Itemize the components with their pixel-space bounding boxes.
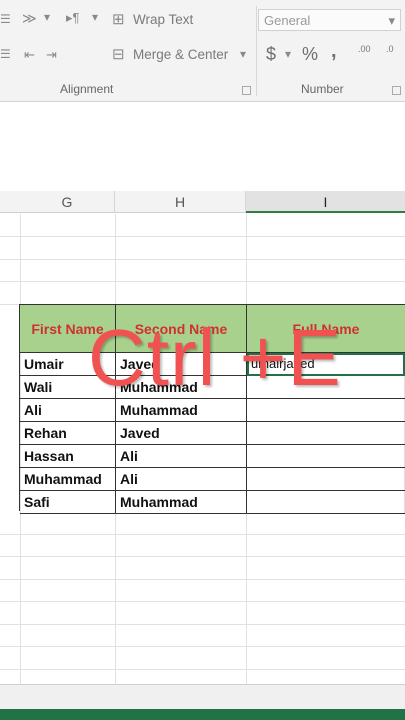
second-name-cell[interactable]: Javed (116, 422, 247, 445)
gridline (0, 556, 405, 557)
wrap-text-button[interactable]: Wrap Text (133, 12, 193, 27)
gridline (0, 646, 405, 647)
full-name-cell[interactable] (247, 399, 405, 422)
currency-button[interactable]: $ (266, 44, 276, 65)
group-divider (256, 6, 257, 96)
comma-style-button[interactable]: , (331, 40, 337, 63)
row-header-corner[interactable] (0, 191, 20, 213)
text-direction-icon[interactable]: ▸¶ (66, 10, 80, 26)
decrease-indent-icon[interactable]: ⇤ (24, 47, 35, 63)
dialog-launcher-icon[interactable] (392, 86, 401, 95)
full-name-cell[interactable] (247, 445, 405, 468)
increase-indent-icon[interactable]: ⇥ (46, 47, 57, 63)
decrease-decimal-button[interactable]: .0 (386, 44, 394, 54)
gridline (0, 534, 405, 535)
chevron-down-icon[interactable]: ▾ (44, 10, 50, 24)
gridline (0, 236, 405, 237)
gridline (0, 601, 405, 602)
align-right-icon[interactable]: ☰ (0, 47, 11, 61)
formula-area-blank (0, 102, 405, 188)
merge-center-button[interactable]: Merge & Center (133, 47, 228, 62)
gridline (0, 281, 405, 282)
gridline (0, 624, 405, 625)
full-name-cell[interactable] (247, 468, 405, 491)
number-format-value: General (264, 13, 311, 28)
number-group-label: Number (301, 82, 344, 96)
column-header-g[interactable]: G (20, 191, 115, 213)
second-name-cell[interactable]: Muhammad (116, 399, 247, 422)
gridline (0, 259, 405, 260)
sheet-tab-bar (0, 684, 405, 710)
column-header-h[interactable]: H (115, 191, 246, 213)
wrap-text-icon[interactable]: ⊞ (112, 10, 125, 28)
first-name-cell[interactable]: Ali (20, 399, 116, 422)
number-format-select[interactable]: General ▾ (258, 9, 401, 31)
table-border (20, 513, 405, 514)
orientation-icon[interactable]: ≫ (22, 10, 37, 27)
full-name-cell[interactable] (247, 491, 405, 514)
chevron-down-icon: ▾ (388, 13, 395, 28)
gridline (0, 579, 405, 580)
ribbon: ☰ ≫ ▾ ▸¶ ▾ ⊞ Wrap Text General ▾ ☰ ⇤ ⇥ ⊟… (0, 0, 405, 102)
chevron-down-icon[interactable]: ▾ (240, 47, 246, 61)
gridline (0, 669, 405, 670)
second-name-cell[interactable]: Muhammad (116, 491, 247, 514)
merge-center-icon[interactable]: ⊟ (112, 45, 125, 63)
align-right-icon[interactable]: ☰ (0, 12, 11, 26)
dialog-launcher-icon[interactable] (242, 86, 251, 95)
shortcut-overlay-text: Ctrl +E (88, 313, 342, 402)
first-name-cell[interactable]: Muhammad (20, 468, 116, 491)
first-name-cell[interactable]: Hassan (20, 445, 116, 468)
chevron-down-icon[interactable]: ▾ (285, 47, 291, 61)
chevron-down-icon[interactable]: ▾ (92, 10, 98, 24)
alignment-group-label: Alignment (60, 82, 114, 96)
second-name-cell[interactable]: Ali (116, 468, 247, 491)
first-name-cell[interactable]: Rehan (20, 422, 116, 445)
second-name-cell[interactable]: Ali (116, 445, 247, 468)
first-name-cell[interactable]: Safi (20, 491, 116, 514)
percent-button[interactable]: % (302, 44, 318, 65)
column-header-i[interactable]: I (246, 191, 405, 213)
increase-decimal-button[interactable]: .00 (358, 44, 371, 54)
full-name-cell[interactable] (247, 422, 405, 445)
status-bar (0, 709, 405, 720)
